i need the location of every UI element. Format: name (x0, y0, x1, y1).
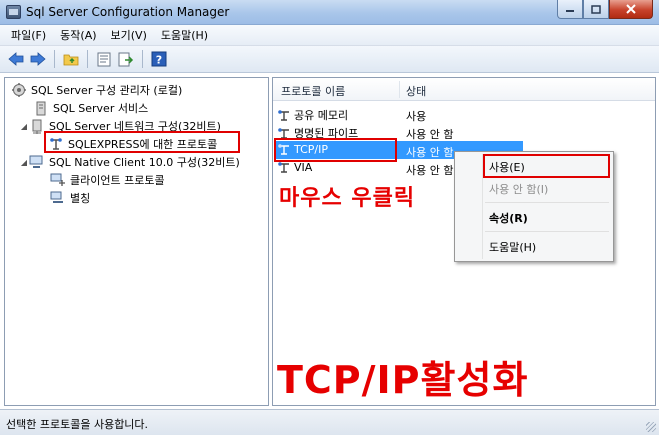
status-text: 선택한 프로토콜을 사용합니다. (6, 418, 149, 431)
highlight-box-enable (483, 154, 610, 178)
properties-button[interactable] (94, 49, 114, 69)
alias-icon (50, 190, 66, 206)
minimize-button[interactable] (557, 0, 583, 19)
close-button[interactable] (609, 0, 653, 19)
menu-item-properties[interactable]: 속성(R) (489, 210, 528, 226)
properties-icon (97, 52, 111, 66)
config-manager-icon (11, 82, 27, 98)
menu-view[interactable]: 보기(V) (104, 25, 154, 45)
list-row-shared-memory[interactable]: 공유 메모리 사용 (277, 105, 653, 123)
menu-help[interactable]: 도움말(H) (154, 25, 215, 45)
protocol-icon (278, 162, 289, 173)
context-menu-separator (485, 231, 609, 232)
app-icon (6, 5, 21, 19)
tree-item-services[interactable]: SQL Server 서비스 (33, 99, 148, 117)
tree-item-root[interactable]: SQL Server 구성 관리자 (로컬) (11, 81, 182, 99)
menu-file[interactable]: 파일(F) (4, 25, 53, 45)
server-icon (33, 100, 49, 116)
toolbar-separator (142, 50, 143, 68)
tree-root-label: SQL Server 구성 관리자 (로컬) (31, 84, 183, 97)
tree-aliases-label: 별칭 (70, 192, 91, 205)
status-bar: 선택한 프로토콜을 사용합니다. (0, 409, 659, 435)
client-config-icon (29, 154, 45, 170)
network-config-icon (29, 118, 45, 134)
up-folder-button[interactable] (61, 49, 81, 69)
tree-native-label: SQL Native Client 10.0 구성(32비트) (49, 156, 240, 169)
client-protocol-icon (50, 172, 66, 188)
tree-client-protocols-label: 클라이언트 프로토콜 (70, 174, 165, 187)
protocol-state: 사용 안 함 (406, 164, 454, 177)
maximize-button[interactable] (583, 0, 609, 19)
window-title: Sql Server Configuration Manager (26, 5, 230, 19)
back-button[interactable] (6, 49, 26, 69)
protocol-state: 사용 안 함 (406, 128, 454, 141)
annotation-right-click: 마우스 우클릭 (279, 186, 416, 211)
context-menu-separator (485, 202, 609, 203)
toolbar-separator (54, 50, 55, 68)
protocol-name: 공유 메모리 (294, 109, 349, 122)
help-icon: ? (151, 51, 167, 67)
resize-grip-icon[interactable] (646, 422, 656, 432)
help-button[interactable]: ? (149, 49, 169, 69)
collapse-arrow-icon[interactable]: ◢ (19, 122, 29, 131)
protocol-icon (278, 109, 289, 121)
toolbar: ? (0, 46, 659, 73)
export-button[interactable] (116, 49, 136, 69)
export-icon (118, 52, 134, 66)
close-icon (626, 4, 636, 14)
back-icon (8, 52, 24, 66)
menu-item-disable[interactable]: 사용 안 함(I) (489, 181, 548, 197)
tree-item-aliases[interactable]: 별칭 (50, 189, 90, 207)
svg-text:?: ? (156, 54, 162, 67)
toolbar-separator (87, 50, 88, 68)
menu-bar: 파일(F) 동작(A) 보기(V) 도움말(H) (0, 25, 659, 46)
forward-button[interactable] (28, 49, 48, 69)
list-header: 프로토콜 이름 상태 (273, 78, 655, 101)
protocol-name: VIA (294, 161, 313, 174)
title-bar: Sql Server Configuration Manager (0, 0, 659, 25)
column-separator[interactable] (399, 81, 400, 98)
protocol-state: 사용 안 함 (406, 146, 454, 159)
forward-icon (30, 52, 46, 66)
column-header-name[interactable]: 프로토콜 이름 (281, 83, 345, 99)
menu-item-help[interactable]: 도움말(H) (489, 239, 536, 255)
tree-services-label: SQL Server 서비스 (53, 102, 149, 115)
collapse-arrow-icon[interactable]: ◢ (19, 158, 29, 167)
context-menu: 사용(E) 사용 안 함(I) 속성(R) 도움말(H) (454, 151, 614, 262)
maximize-icon (591, 4, 601, 14)
window-controls (557, 0, 653, 19)
tree-item-native-client[interactable]: ◢ SQL Native Client 10.0 구성(32비트) (19, 153, 240, 171)
tree-pane: SQL Server 구성 관리자 (로컬) SQL Server 서비스 ◢ … (4, 77, 269, 406)
column-header-state[interactable]: 상태 (406, 83, 426, 99)
tree-item-client-protocols[interactable]: 클라이언트 프로토콜 (50, 171, 165, 189)
menu-action[interactable]: 동작(A) (53, 25, 103, 45)
minimize-icon (566, 10, 574, 12)
highlight-box-express (44, 131, 240, 153)
folder-up-icon (63, 54, 79, 66)
annotation-enable-tcpip: TCP/IP활성화 (277, 358, 529, 402)
protocol-state: 사용 (406, 110, 427, 123)
